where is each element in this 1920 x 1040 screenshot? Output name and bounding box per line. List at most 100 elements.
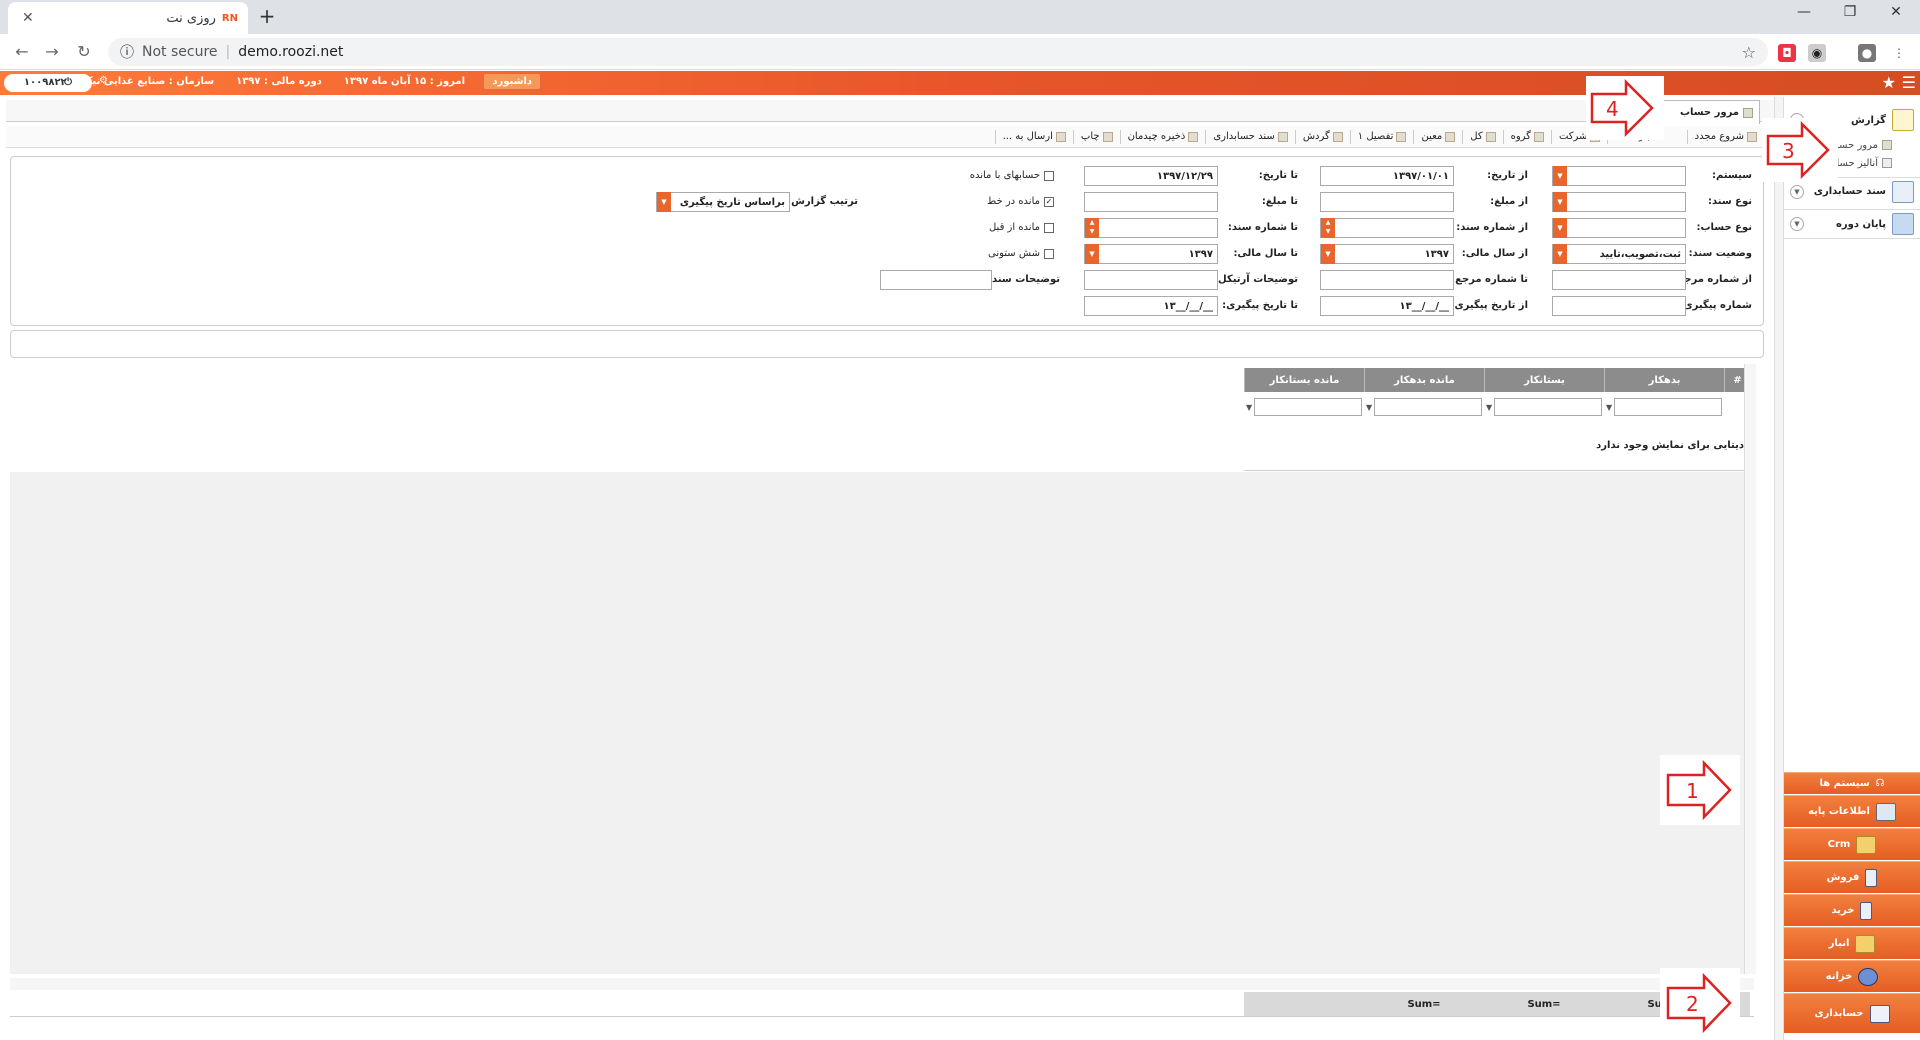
module-purchase[interactable]: خرید xyxy=(1784,894,1920,926)
filter-credit[interactable]: ▼ xyxy=(1484,394,1604,420)
module-crm[interactable]: Crm xyxy=(1784,828,1920,860)
checkbox[interactable] xyxy=(1044,222,1054,233)
from-ref-label: از شماره مرجع: xyxy=(1673,274,1752,285)
checkbox[interactable] xyxy=(1044,248,1054,259)
chrome-menu-icon[interactable]: ⋮ xyxy=(1890,44,1908,62)
user-id-box[interactable]: ⏻ ۱۰۰۹۸۲۲ xyxy=(4,74,92,92)
sidebar-section-period-end[interactable]: پایان دوره ▼ xyxy=(1784,209,1920,239)
doc-status-select[interactable]: ثبت،تصویب،تایید ▼ xyxy=(1552,244,1686,264)
new-tab-button[interactable]: + xyxy=(254,4,280,30)
vertical-scrollbar[interactable] xyxy=(1744,364,1756,974)
toolbar-group-button[interactable]: گروه xyxy=(1502,129,1551,144)
system-select[interactable]: ▼ xyxy=(1552,166,1686,186)
from-ref-input[interactable] xyxy=(1552,270,1686,290)
profile-icon[interactable]: ● xyxy=(1858,44,1876,62)
forward-icon[interactable]: → xyxy=(40,40,64,64)
to-docno-stepper[interactable]: ▲ ▼ xyxy=(1084,218,1218,238)
to-date-input[interactable]: ۱۳۹۷/۱۲/۲۹ xyxy=(1084,166,1218,186)
checkbox-checked[interactable]: ✓ xyxy=(1044,196,1054,207)
url-text: demo.roozi.net xyxy=(238,44,344,60)
followup-no-input[interactable] xyxy=(1552,296,1686,316)
article-desc-input[interactable] xyxy=(1084,270,1218,290)
reload-icon[interactable]: ↻ xyxy=(72,40,96,64)
systems-header[interactable]: ☊ سیستم ها xyxy=(1784,772,1920,794)
tab-title: روزی نت xyxy=(166,10,216,26)
favorites-star-icon[interactable]: ★ xyxy=(1882,73,1896,92)
omnibox[interactable]: ⓘ Not secure | demo.roozi.net ☆ xyxy=(108,38,1768,66)
hamburger-menu-icon[interactable]: ☰ xyxy=(1902,73,1916,92)
extension-icon[interactable]: ◘ xyxy=(1778,44,1796,62)
col-credit-balance[interactable]: مانده بستانکار xyxy=(1244,368,1364,392)
toolbar-accounting-doc-button[interactable]: سند حسابداری xyxy=(1205,129,1294,144)
browser-tabstrip xyxy=(0,0,1920,34)
to-year-select[interactable]: ۱۳۹۷ ▼ xyxy=(1084,244,1218,264)
col-debit-balance[interactable]: مانده بدهکار xyxy=(1364,368,1484,392)
browser-tab[interactable]: RN روزی نت ✕ xyxy=(8,2,248,34)
chevron-down-icon: ▼ xyxy=(1321,244,1335,264)
six-column-option[interactable]: شش ستونی xyxy=(950,248,1054,259)
annotation-number-3: 3 xyxy=(1782,139,1795,163)
module-warehouse[interactable]: انبار xyxy=(1784,927,1920,959)
toolbar-send-button[interactable]: ارسال به ... xyxy=(994,129,1073,144)
filter-icon[interactable]: ▼ xyxy=(1606,403,1612,412)
security-label: Not secure xyxy=(142,44,218,60)
toolbar-print-button[interactable]: چاپ xyxy=(1072,129,1120,144)
horizontal-scrollbar[interactable] xyxy=(10,978,1754,990)
from-date-input[interactable]: ۱۳۹۷/۰۱/۰۱ xyxy=(1320,166,1454,186)
filter-debit-balance[interactable]: ▼ xyxy=(1364,394,1484,420)
line-balance-option[interactable]: ✓ مانده در خط xyxy=(950,196,1054,207)
prev-balance-option[interactable]: مانده از قبل xyxy=(950,222,1054,233)
from-docno-stepper[interactable]: ▲ ▼ xyxy=(1320,218,1454,238)
to-ref-input[interactable] xyxy=(1320,270,1454,290)
report-icon xyxy=(1882,158,1892,168)
filter-icon[interactable]: ▼ xyxy=(1486,403,1492,412)
with-balance-option[interactable]: حسابهای با مانده xyxy=(950,170,1054,181)
extension-icon[interactable]: ◉ xyxy=(1808,44,1826,62)
filter-input[interactable] xyxy=(1374,398,1482,416)
from-followup-date-input[interactable]: ۱۳__/__/__ xyxy=(1320,296,1454,316)
close-window-icon[interactable]: ✕ xyxy=(1876,4,1916,28)
dashboard-button[interactable]: داشبورد xyxy=(484,74,540,89)
close-tab-icon[interactable]: ✕ xyxy=(22,10,34,26)
checkbox[interactable] xyxy=(1044,170,1054,181)
col-credit[interactable]: بستانکار xyxy=(1484,368,1604,392)
minimize-icon[interactable]: — xyxy=(1784,4,1824,28)
toolbar-turnover-button[interactable]: گردش xyxy=(1294,129,1350,144)
restore-icon[interactable]: ❐ xyxy=(1830,4,1870,28)
filter-input[interactable] xyxy=(1254,398,1362,416)
col-debit[interactable]: بدهکار xyxy=(1604,368,1724,392)
toolbar-restart-button[interactable]: شروع مجدد xyxy=(1686,129,1764,144)
toolbar-subsidiary-button[interactable]: معین xyxy=(1413,129,1462,144)
from-amount-input[interactable] xyxy=(1320,192,1454,212)
filter-icon[interactable]: ▼ xyxy=(1246,403,1252,412)
chevron-down-icon: ▼ xyxy=(1553,244,1567,264)
to-followup-date-input[interactable]: ۱۳__/__/__ xyxy=(1084,296,1218,316)
from-year-select[interactable]: ۱۳۹۷ ▼ xyxy=(1320,244,1454,264)
module-base-info[interactable]: اطلاعات پایه xyxy=(1784,795,1920,827)
chevron-down-icon[interactable]: ▼ xyxy=(1790,217,1804,231)
doc-type-select[interactable]: ▼ xyxy=(1552,192,1686,212)
filter-debit[interactable]: ▼ xyxy=(1604,394,1724,420)
filter-credit-balance[interactable]: ▼ xyxy=(1244,394,1364,420)
bookmark-star-icon[interactable]: ☆ xyxy=(1742,43,1756,62)
toolbar-general-button[interactable]: کل xyxy=(1462,129,1502,144)
sidebar-splitter[interactable] xyxy=(1774,97,1784,1040)
sort-select[interactable]: براساس تاریخ پیگیری ▼ xyxy=(656,192,790,212)
module-treasury[interactable]: خزانه xyxy=(1784,960,1920,992)
module-sales[interactable]: فروش xyxy=(1784,861,1920,893)
toolbar-save-layout-button[interactable]: ذخیره چیدمان xyxy=(1119,129,1206,144)
info-icon[interactable]: ⓘ xyxy=(120,42,134,62)
account-type-select[interactable]: ▼ xyxy=(1552,218,1686,238)
annotation-arrow-2: 2 xyxy=(1660,968,1740,1040)
to-amount-input[interactable] xyxy=(1084,192,1218,212)
filter-input[interactable] xyxy=(1494,398,1602,416)
filter-input[interactable] xyxy=(1614,398,1722,416)
doc-desc-input[interactable] xyxy=(880,270,992,290)
invoice-icon xyxy=(1860,901,1873,920)
chevron-down-icon[interactable]: ▼ xyxy=(1790,184,1804,199)
toolbar-detail1-button[interactable]: تفصیل ۱ xyxy=(1349,129,1414,144)
filter-icon[interactable]: ▼ xyxy=(1366,403,1372,412)
gear-icon[interactable]: ⚙ xyxy=(99,75,108,86)
module-accounting[interactable]: حسابداری xyxy=(1784,993,1920,1033)
back-icon[interactable]: ← xyxy=(10,40,34,64)
